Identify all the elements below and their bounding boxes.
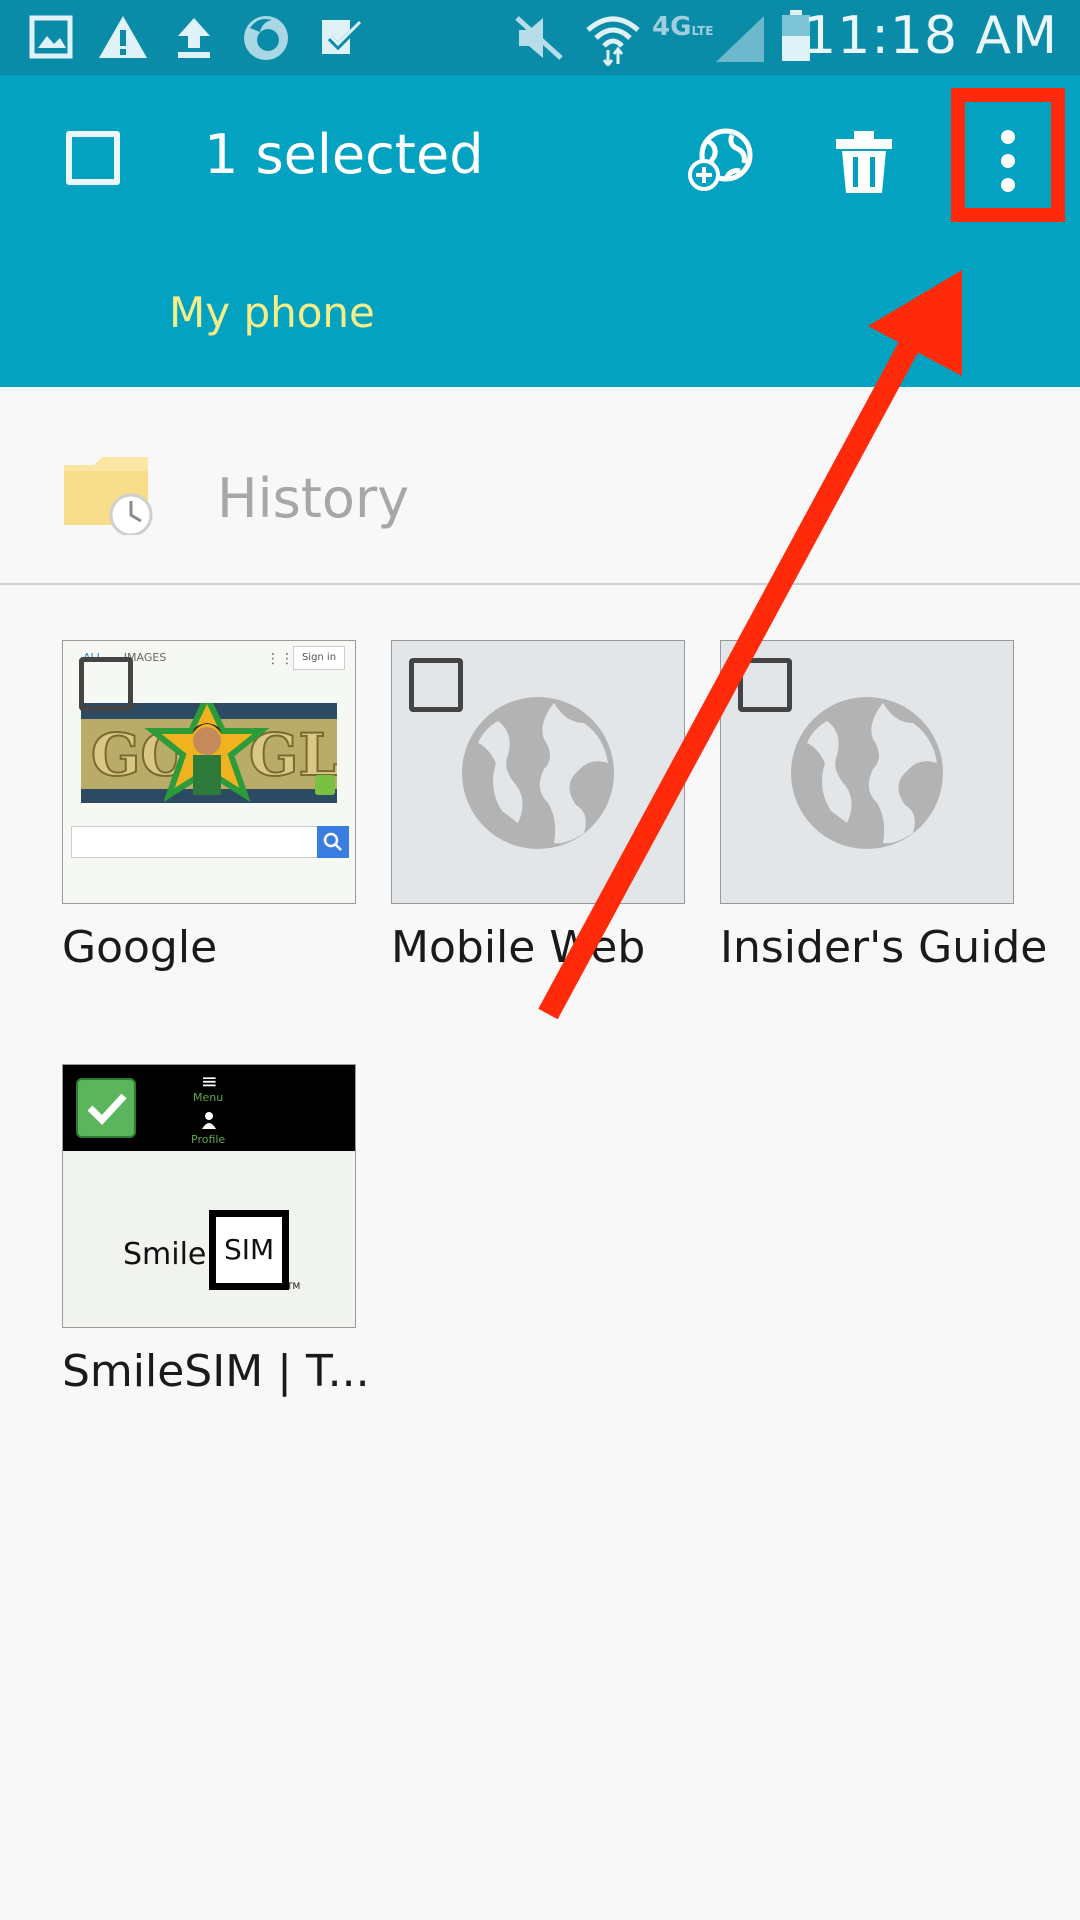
- tile-checkbox-checked[interactable]: [76, 1078, 136, 1138]
- logo-tm: TM: [287, 1282, 301, 1292]
- selected-count: 1 selected: [204, 123, 484, 186]
- share-web-icon[interactable]: [688, 127, 754, 193]
- tile-title: Mobile Web: [391, 922, 646, 973]
- tile-checkbox[interactable]: [409, 658, 463, 712]
- tile-checkbox[interactable]: [79, 657, 133, 711]
- thumb-menu-label: Menu: [193, 1091, 224, 1104]
- tab-my-phone[interactable]: My phone: [169, 288, 375, 337]
- thumb-profile-label: Profile: [191, 1133, 226, 1146]
- google-doodle-image: GO GLE: [81, 703, 337, 803]
- tile-title: Google: [62, 922, 218, 973]
- wifi-icon: [586, 16, 640, 66]
- thumb-search-box: [71, 826, 319, 858]
- globe-icon: [462, 697, 614, 849]
- tasks-icon: [322, 20, 363, 54]
- mute-icon: [515, 16, 563, 60]
- firefox-icon: [244, 16, 288, 60]
- gallery-icon: [29, 15, 73, 59]
- bookmark-tile-smilesim[interactable]: ≡ Menu Profile Smile SIM TM SmileSIM | T…: [62, 1064, 370, 1397]
- globe-icon: [791, 697, 943, 849]
- tile-title: Insider's Guide: [720, 922, 1048, 973]
- checkmark-icon: [87, 1093, 127, 1126]
- logo-box-text: SIM: [224, 1233, 275, 1266]
- select-all-checkbox[interactable]: [66, 131, 120, 185]
- annotation-highlight-box: [951, 88, 1065, 222]
- 4g-lte-icon: 4GLTE: [652, 12, 714, 42]
- status-time: 11:18 AM: [803, 6, 1058, 66]
- upload-icon: [178, 18, 210, 58]
- thumbnail-google: ALL IMAGES ⋮⋮⋮ Sign in GO GLE: [62, 640, 356, 904]
- tile-title: SmileSIM | T...: [62, 1346, 370, 1397]
- thumbnail-mobile-web: [391, 640, 685, 904]
- thumb-sign-in: Sign in: [293, 646, 345, 670]
- delete-icon[interactable]: [834, 131, 894, 195]
- signal-icon: [716, 16, 764, 62]
- history-folder-icon: [64, 457, 153, 535]
- history-row[interactable]: History: [0, 387, 1080, 585]
- thumbnail-smilesim: ≡ Menu Profile Smile SIM TM: [62, 1064, 356, 1328]
- bookmark-tile-mobile-web[interactable]: Mobile Web: [391, 640, 685, 973]
- status-bar: 4GLTE 11:18 AM: [0, 0, 1080, 75]
- bookmark-tile-insiders-guide[interactable]: Insider's Guide: [720, 640, 1048, 973]
- thumbnail-insiders-guide: [720, 640, 1014, 904]
- tile-checkbox[interactable]: [738, 658, 792, 712]
- menu-icon: ≡: [201, 1069, 218, 1093]
- action-bar: 1 selected My phone: [0, 75, 1080, 387]
- history-label: History: [217, 467, 410, 530]
- profile-icon: [202, 1112, 216, 1129]
- logo-word: Smile: [123, 1237, 207, 1272]
- search-icon: [323, 832, 342, 851]
- warning-icon: [99, 16, 147, 58]
- thumb-search-button: [317, 826, 349, 858]
- bookmark-tile-google[interactable]: ALL IMAGES ⋮⋮⋮ Sign in GO GLE Google: [62, 640, 356, 973]
- logo-box: SIM: [209, 1210, 289, 1290]
